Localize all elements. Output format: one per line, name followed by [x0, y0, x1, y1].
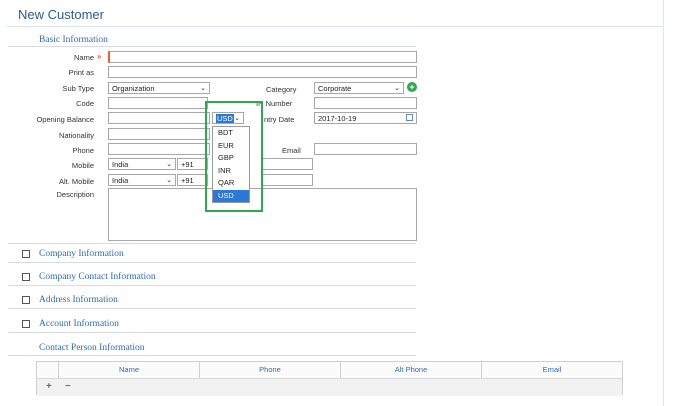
category-select[interactable]: Corporate ⌄	[314, 82, 404, 94]
add-row-button[interactable]: +	[46, 381, 52, 392]
chevron-down-icon: ⌄	[394, 85, 400, 92]
page-title: New Customer	[18, 7, 104, 22]
mobile-country-value: India	[112, 160, 129, 169]
mobile-code-input[interactable]: +91	[177, 158, 208, 170]
code-input[interactable]	[108, 97, 208, 109]
highlight-box	[205, 101, 263, 212]
grid-header-name[interactable]: Name	[59, 362, 200, 378]
chevron-down-icon: ⌄	[166, 161, 172, 168]
alt-mobile-code-input[interactable]: +91	[177, 174, 208, 186]
chevron-down-icon: ⌄	[166, 177, 172, 184]
section-address-information[interactable]: Address Information	[39, 295, 118, 305]
grid-header-email[interactable]: Email	[482, 362, 622, 378]
name-label: Name	[73, 53, 94, 62]
phone-label: Phone	[72, 146, 94, 155]
title-divider	[7, 26, 663, 27]
mobile-country-select[interactable]: India ⌄	[108, 158, 176, 170]
section-divider	[8, 46, 416, 47]
phone-input[interactable]	[108, 143, 210, 155]
print-as-input[interactable]	[108, 66, 417, 78]
section-company-contact-information[interactable]: Company Contact Information	[39, 272, 156, 282]
grid-footer: + −	[37, 378, 622, 396]
mobile-label: Mobile	[71, 161, 94, 170]
required-indicator-icon: »	[97, 52, 102, 61]
section-divider	[8, 332, 416, 333]
address-information-checkbox[interactable]	[22, 296, 30, 304]
section-divider	[8, 308, 416, 309]
name-input[interactable]	[108, 51, 417, 63]
section-divider	[8, 285, 416, 286]
alt-mobile-country-select[interactable]: India ⌄	[108, 174, 176, 186]
opening-balance-label: Opening Balance	[36, 115, 94, 124]
add-category-icon[interactable]: +	[407, 82, 417, 92]
section-divider	[8, 243, 416, 244]
company-information-checkbox[interactable]	[22, 250, 30, 258]
sub-type-label: Sub Type	[62, 84, 94, 93]
category-value: Corporate	[318, 84, 352, 93]
grid-header-alt-phone[interactable]: Alt Phone	[341, 362, 482, 378]
grid-header-spacer	[37, 362, 59, 378]
vat-number-input[interactable]	[314, 97, 417, 109]
grid-header-phone[interactable]: Phone	[200, 362, 341, 378]
section-divider	[8, 355, 416, 356]
email-input[interactable]	[314, 143, 417, 155]
email-label: Email	[282, 146, 301, 155]
mobile-number-input[interactable]	[262, 158, 313, 170]
code-label: Code	[76, 99, 94, 108]
remove-row-button[interactable]: −	[65, 381, 71, 392]
calendar-icon[interactable]	[406, 114, 413, 121]
section-account-information[interactable]: Account Information	[39, 319, 119, 329]
alt-mobile-number-input[interactable]	[262, 174, 313, 186]
description-label: Description	[56, 190, 94, 199]
nationality-input[interactable]	[108, 128, 210, 140]
contact-person-grid: Name Phone Alt Phone Email + −	[36, 361, 623, 396]
entry-date-input[interactable]: 2017-10-19	[314, 112, 417, 124]
nationality-label: Nationality	[58, 131, 94, 140]
opening-balance-input[interactable]	[108, 112, 210, 124]
sub-type-select[interactable]: Organization ⌄	[108, 82, 210, 94]
entry-date-label: ntry Date	[264, 115, 295, 124]
print-as-label: Print as	[68, 68, 94, 77]
sub-type-value: Organization	[112, 84, 155, 93]
entry-date-value: 2017-10-19	[318, 114, 357, 123]
category-label: Category	[266, 85, 297, 94]
alt-mobile-label: Alt. Mobile	[58, 177, 94, 186]
account-information-checkbox[interactable]	[22, 320, 30, 328]
company-contact-information-checkbox[interactable]	[22, 273, 30, 281]
chevron-down-icon: ⌄	[200, 85, 206, 92]
section-company-information[interactable]: Company Information	[39, 249, 124, 259]
page-right-border	[663, 0, 664, 406]
alt-mobile-country-value: India	[112, 176, 129, 185]
section-divider	[8, 262, 416, 263]
section-contact-person-information[interactable]: Contact Person Information	[39, 343, 145, 353]
section-basic-information[interactable]: Basic Information	[39, 35, 108, 45]
